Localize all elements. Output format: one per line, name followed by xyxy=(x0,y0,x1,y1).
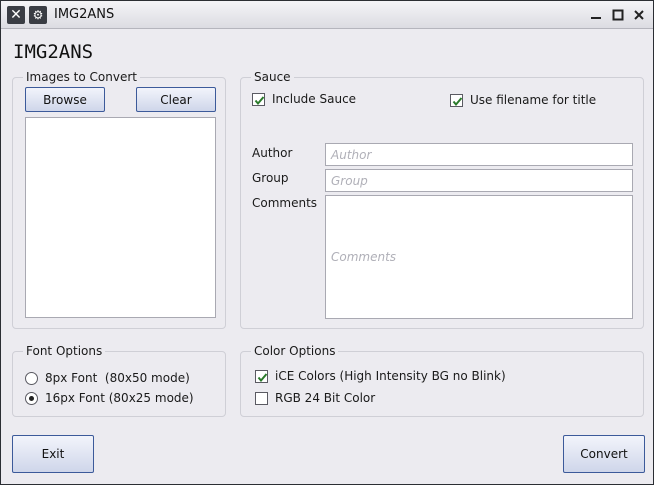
clear-button[interactable]: Clear xyxy=(136,87,216,112)
close-button[interactable] xyxy=(630,6,648,24)
app-window: ✕ ⚙ IMG2ANS IMG2ANS Images to Convert Br… xyxy=(0,0,654,485)
radio-selected-dot xyxy=(29,396,34,401)
author-label: Author xyxy=(252,146,293,160)
comments-field[interactable]: Comments xyxy=(325,195,633,319)
checkmark-icon xyxy=(452,97,463,107)
include-sauce-checkbox[interactable] xyxy=(252,93,265,106)
include-sauce-label: Include Sauce xyxy=(272,92,357,106)
author-field[interactable]: Author xyxy=(325,143,633,166)
font-8px-label: 8px Font (80x50 mode) xyxy=(45,371,190,385)
app-heading: IMG2ANS xyxy=(13,41,94,63)
window-title: IMG2ANS xyxy=(54,7,115,22)
minimize-button[interactable] xyxy=(587,6,605,24)
comments-label: Comments xyxy=(252,196,318,210)
minimize-icon xyxy=(591,17,601,19)
gear-icon: ⚙ xyxy=(32,8,44,22)
font-16px-label: 16px Font (80x25 mode) xyxy=(45,391,194,405)
exit-button[interactable]: Exit xyxy=(12,435,94,473)
sauce-group-legend: Sauce xyxy=(251,70,294,84)
window-menu-button[interactable]: ⚙ xyxy=(29,6,47,24)
convert-button[interactable]: Convert xyxy=(563,435,645,473)
maximize-icon xyxy=(612,9,624,21)
ice-colors-checkbox[interactable] xyxy=(255,370,268,383)
images-group-legend: Images to Convert xyxy=(23,70,140,84)
ice-colors-label: iCE Colors (High Intensity BG no Blink) xyxy=(275,369,506,383)
rgb-color-checkbox[interactable] xyxy=(255,392,268,405)
group-label: Group xyxy=(252,171,289,185)
use-filename-checkbox[interactable] xyxy=(450,94,463,107)
checkmark-icon xyxy=(257,373,268,383)
font-options-legend: Font Options xyxy=(23,344,106,358)
group-field[interactable]: Group xyxy=(325,169,633,192)
close-icon xyxy=(634,10,644,20)
close-icon: ✕ xyxy=(10,7,22,23)
font-16px-radio[interactable] xyxy=(25,392,38,405)
close-window-left-button[interactable]: ✕ xyxy=(7,6,25,24)
image-list[interactable] xyxy=(25,117,216,318)
use-filename-label: Use filename for title xyxy=(470,93,597,107)
color-options-legend: Color Options xyxy=(251,344,339,358)
browse-button[interactable]: Browse xyxy=(25,87,105,112)
checkmark-icon xyxy=(254,96,265,106)
color-options-group: Color Options xyxy=(240,344,644,417)
rgb-color-label: RGB 24 Bit Color xyxy=(275,391,376,405)
title-bar: ✕ ⚙ IMG2ANS xyxy=(1,1,653,29)
font-8px-radio[interactable] xyxy=(25,372,38,385)
maximize-button[interactable] xyxy=(609,6,627,24)
